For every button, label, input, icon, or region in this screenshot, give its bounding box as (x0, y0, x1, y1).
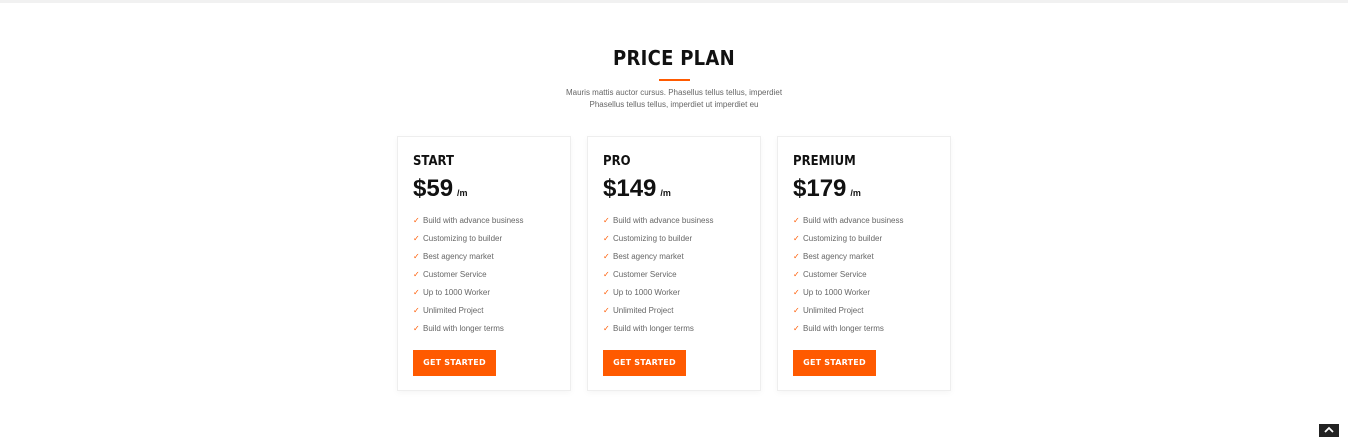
title-underline (659, 79, 690, 81)
feature-item: ✓ Unlimited Project (413, 305, 524, 323)
pricing-card-pro: PRO $149/m ✓ Build with advance business … (587, 136, 761, 391)
feature-item: ✓ Customizing to builder (413, 233, 524, 251)
pricing-card-start: START $59/m ✓ Build with advance business… (397, 136, 571, 391)
feature-item: ✓ Up to 1000 Worker (413, 287, 524, 305)
pricing-card-premium: PREMIUM $179/m ✓ Build with advance busin… (777, 136, 951, 391)
plan-name: PREMIUM (793, 154, 856, 169)
feature-item: ✓ Build with longer terms (413, 323, 524, 341)
pricing-section: PRICE PLAN Mauris mattis auctor cursus. … (0, 0, 1348, 437)
get-started-button[interactable]: GET STARTED (413, 350, 496, 376)
chevron-up-icon (1324, 426, 1334, 433)
feature-label: Build with longer terms (613, 324, 694, 333)
check-icon: ✓ (603, 270, 610, 279)
feature-label: Best agency market (613, 252, 684, 261)
feature-item: ✓ Best agency market (793, 251, 904, 269)
feature-list: ✓ Build with advance business ✓ Customizin… (603, 215, 714, 341)
feature-label: Unlimited Project (803, 306, 864, 315)
plan-name: START (413, 154, 455, 169)
plan-price: $59/m (413, 175, 468, 203)
check-icon: ✓ (413, 288, 420, 297)
check-icon: ✓ (793, 270, 800, 279)
check-icon: ✓ (793, 252, 800, 261)
check-icon: ✓ (413, 270, 420, 279)
price-amount: $149 (603, 175, 657, 202)
check-icon: ✓ (603, 288, 610, 297)
feature-label: Customer Service (803, 270, 867, 279)
feature-item: ✓ Build with advance business (603, 215, 714, 233)
pricing-cards: START $59/m ✓ Build with advance business… (397, 136, 953, 392)
feature-item: ✓ Build with advance business (793, 215, 904, 233)
feature-item: ✓ Best agency market (603, 251, 714, 269)
check-icon: ✓ (413, 252, 420, 261)
feature-label: Customizing to builder (423, 234, 503, 243)
price-amount: $59 (413, 175, 454, 202)
feature-item: ✓ Up to 1000 Worker (793, 287, 904, 305)
feature-label: Customizing to builder (803, 234, 883, 243)
check-icon: ✓ (793, 234, 800, 243)
feature-item: ✓ Up to 1000 Worker (603, 287, 714, 305)
price-period: /m (850, 188, 861, 198)
feature-item: ✓ Best agency market (413, 251, 524, 269)
check-icon: ✓ (413, 324, 420, 333)
feature-label: Up to 1000 Worker (613, 288, 680, 297)
feature-label: Build with advance business (423, 216, 524, 225)
feature-item: ✓ Build with longer terms (793, 323, 904, 341)
feature-item: ✓ Build with advance business (413, 215, 524, 233)
check-icon: ✓ (413, 216, 420, 225)
feature-label: Customer Service (613, 270, 677, 279)
check-icon: ✓ (603, 252, 610, 261)
subtitle-line-2: Phasellus tellus tellus, imperdiet ut im… (589, 100, 759, 109)
back-to-top-button[interactable] (1319, 424, 1339, 437)
check-icon: ✓ (793, 288, 800, 297)
feature-list: ✓ Build with advance business ✓ Customizin… (793, 215, 904, 341)
feature-label: Up to 1000 Worker (423, 288, 490, 297)
feature-label: Up to 1000 Worker (803, 288, 870, 297)
feature-item: ✓ Customer Service (603, 269, 714, 287)
check-icon: ✓ (603, 216, 610, 225)
feature-label: Customer Service (423, 270, 487, 279)
section-subtitle: Mauris mattis auctor cursus. Phasellus t… (524, 87, 824, 111)
feature-item: ✓ Customer Service (793, 269, 904, 287)
price-amount: $179 (793, 175, 847, 202)
check-icon: ✓ (603, 324, 610, 333)
feature-label: Unlimited Project (423, 306, 484, 315)
price-period: /m (660, 188, 671, 198)
feature-item: ✓ Build with longer terms (603, 323, 714, 341)
check-icon: ✓ (793, 306, 800, 315)
feature-item: ✓ Customer Service (413, 269, 524, 287)
feature-label: Build with longer terms (803, 324, 884, 333)
get-started-button[interactable]: GET STARTED (603, 350, 686, 376)
price-period: /m (457, 188, 468, 198)
feature-item: ✓ Customizing to builder (793, 233, 904, 251)
feature-label: Build with longer terms (423, 324, 504, 333)
plan-price: $149/m (603, 175, 671, 203)
feature-label: Best agency market (803, 252, 874, 261)
check-icon: ✓ (793, 324, 800, 333)
get-started-button[interactable]: GET STARTED (793, 350, 876, 376)
check-icon: ✓ (603, 306, 610, 315)
feature-label: Unlimited Project (613, 306, 674, 315)
plan-price: $179/m (793, 175, 861, 203)
feature-label: Build with advance business (613, 216, 714, 225)
feature-label: Build with advance business (803, 216, 904, 225)
feature-label: Best agency market (423, 252, 494, 261)
check-icon: ✓ (413, 306, 420, 315)
feature-list: ✓ Build with advance business ✓ Customizin… (413, 215, 524, 341)
check-icon: ✓ (603, 234, 610, 243)
feature-label: Customizing to builder (613, 234, 693, 243)
section-title: PRICE PLAN (613, 46, 735, 70)
check-icon: ✓ (793, 216, 800, 225)
feature-item: ✓ Unlimited Project (793, 305, 904, 323)
check-icon: ✓ (413, 234, 420, 243)
feature-item: ✓ Customizing to builder (603, 233, 714, 251)
subtitle-line-1: Mauris mattis auctor cursus. Phasellus t… (565, 88, 783, 97)
plan-name: PRO (603, 154, 631, 169)
feature-item: ✓ Unlimited Project (603, 305, 714, 323)
